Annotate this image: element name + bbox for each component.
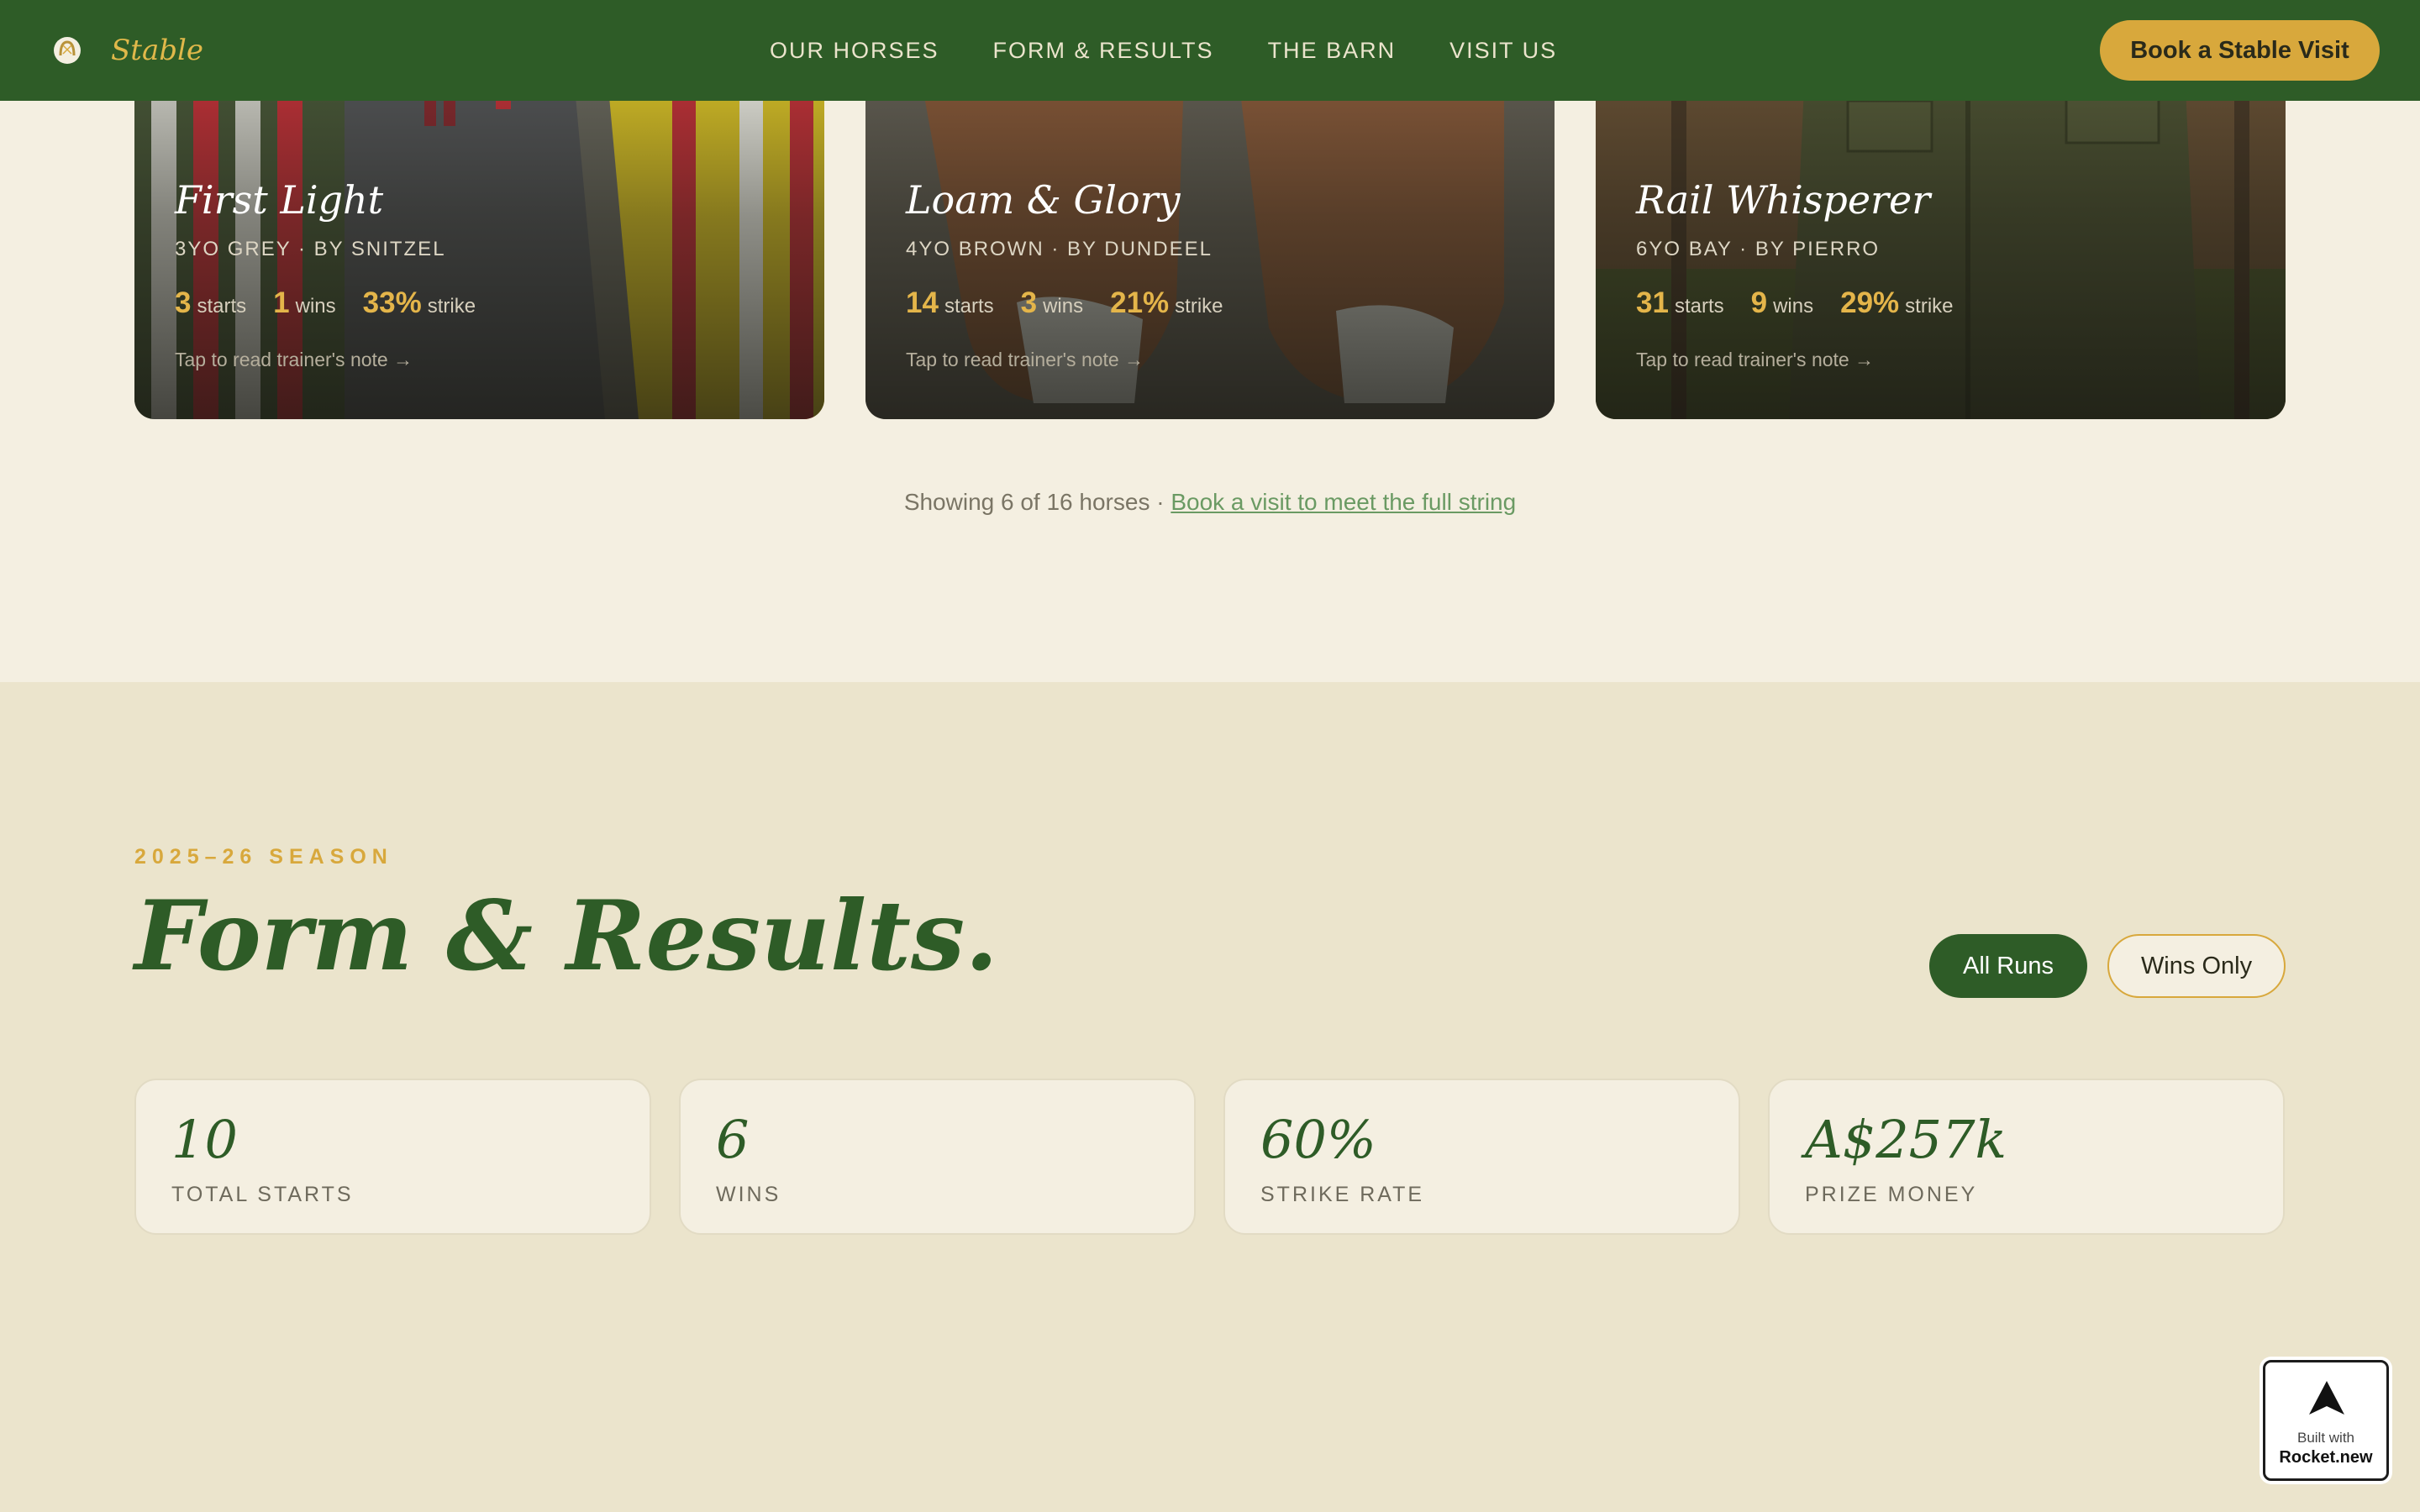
stat-value: A$257k bbox=[1805, 1109, 2007, 1170]
starts-label: starts bbox=[197, 295, 247, 318]
horse-card-first-light[interactable]: First Light 3YO GREY · BY SNITZEL 3 star… bbox=[134, 50, 824, 419]
wins-value: 9 bbox=[1750, 286, 1768, 319]
horses-count-text: Showing 6 of 16 horses · bbox=[903, 489, 1171, 515]
starts-label: starts bbox=[1674, 295, 1724, 318]
horse-card-loam-and-glory[interactable]: Loam & Glory 4YO BROWN · BY DUNDEEL 14 s… bbox=[865, 50, 1555, 419]
strike-label: strike bbox=[1175, 295, 1223, 318]
trainer-note-link[interactable]: Tap to read trainer's note → bbox=[175, 349, 799, 371]
horse-details: 6YO BAY · BY PIERRO bbox=[1636, 238, 1881, 260]
wins-value: 1 bbox=[273, 286, 290, 319]
stat-card-wins: 6 WINS bbox=[679, 1079, 1196, 1235]
brand[interactable]: Stable bbox=[49, 32, 203, 69]
stat-value: 10 bbox=[171, 1109, 238, 1170]
nav-form-results[interactable]: FORM & RESULTS bbox=[993, 38, 1214, 64]
rocket-icon bbox=[2309, 1381, 2344, 1415]
starts-value: 31 bbox=[1636, 286, 1669, 319]
badge-caption: Built with bbox=[2296, 1430, 2355, 1446]
brand-name: Stable bbox=[111, 34, 203, 67]
wins-label: wins bbox=[1773, 295, 1814, 318]
horse-details: 4YO BROWN · BY DUNDEEL bbox=[906, 238, 1213, 260]
strike-value: 29% bbox=[1840, 286, 1900, 319]
horse-stats: 14 starts 3 wins 21% strike bbox=[906, 286, 1529, 320]
nav-visit-us[interactable]: VISIT US bbox=[1449, 38, 1557, 64]
starts-value: 14 bbox=[906, 286, 939, 319]
season-label: 2025–26 SEASON bbox=[134, 845, 393, 869]
filter-wins-only-button[interactable]: Wins Only bbox=[2107, 934, 2286, 998]
stat-card-prize-money: A$257k PRIZE MONEY bbox=[1768, 1079, 2285, 1235]
stat-card-total-starts: 10 TOTAL STARTS bbox=[134, 1079, 651, 1235]
section-title: Form & Results. bbox=[134, 879, 998, 992]
horses-count-line: Showing 6 of 16 horses · Book a visit to… bbox=[0, 489, 2420, 516]
stat-label: PRIZE MONEY bbox=[1805, 1183, 1978, 1206]
built-with-rocket-badge[interactable]: Built with Rocket.new bbox=[2263, 1360, 2389, 1481]
wins-label: wins bbox=[295, 295, 336, 318]
nav-our-horses[interactable]: OUR HORSES bbox=[770, 38, 939, 64]
strike-label: strike bbox=[427, 295, 476, 318]
horse-stats: 3 starts 1 wins 33% strike bbox=[175, 286, 799, 320]
horseshoe-logo-icon bbox=[49, 32, 86, 69]
horse-card-rail-whisperer[interactable]: Rail Whisperer 6YO BAY · BY PIERRO 31 st… bbox=[1596, 50, 2286, 419]
form-results-section: 2025–26 SEASON Form & Results. All Runs … bbox=[0, 682, 2420, 1512]
starts-value: 3 bbox=[175, 286, 192, 319]
wins-label: wins bbox=[1043, 295, 1084, 318]
trainer-note-link[interactable]: Tap to read trainer's note → bbox=[906, 349, 1529, 371]
stat-card-strike-rate: 60% STRIKE RATE bbox=[1223, 1079, 1740, 1235]
strike-value: 21% bbox=[1110, 286, 1170, 319]
book-stable-visit-button[interactable]: Book a Stable Visit bbox=[2100, 20, 2380, 81]
stat-value: 6 bbox=[716, 1109, 750, 1170]
strike-label: strike bbox=[1905, 295, 1954, 318]
stat-label: WINS bbox=[716, 1183, 781, 1206]
badge-brand: Rocket.new bbox=[2279, 1448, 2373, 1467]
results-filter: All Runs Wins Only bbox=[1929, 934, 2286, 998]
horse-stats: 31 starts 9 wins 29% strike bbox=[1636, 286, 2260, 320]
horse-details: 3YO GREY · BY SNITZEL bbox=[175, 238, 446, 260]
book-visit-link[interactable]: Book a visit to meet the full string bbox=[1171, 489, 1516, 515]
horses-section: First Light 3YO GREY · BY SNITZEL 3 star… bbox=[0, 0, 2420, 682]
horse-name: First Light bbox=[175, 177, 384, 223]
strike-value: 33% bbox=[362, 286, 422, 319]
horse-name: Loam & Glory bbox=[906, 177, 1181, 223]
starts-label: starts bbox=[944, 295, 994, 318]
top-navbar: Stable OUR HORSES FORM & RESULTS THE BAR… bbox=[0, 0, 2420, 101]
nav-the-barn[interactable]: THE BARN bbox=[1268, 38, 1397, 64]
stat-label: STRIKE RATE bbox=[1260, 1183, 1425, 1206]
wins-value: 3 bbox=[1020, 286, 1038, 319]
stat-value: 60% bbox=[1260, 1109, 1376, 1170]
main-nav: OUR HORSES FORM & RESULTS THE BARN VISIT… bbox=[770, 0, 1557, 101]
trainer-note-link[interactable]: Tap to read trainer's note → bbox=[1636, 349, 2260, 371]
stat-label: TOTAL STARTS bbox=[171, 1183, 354, 1206]
filter-all-runs-button[interactable]: All Runs bbox=[1929, 934, 2087, 998]
horse-name: Rail Whisperer bbox=[1636, 177, 1931, 223]
